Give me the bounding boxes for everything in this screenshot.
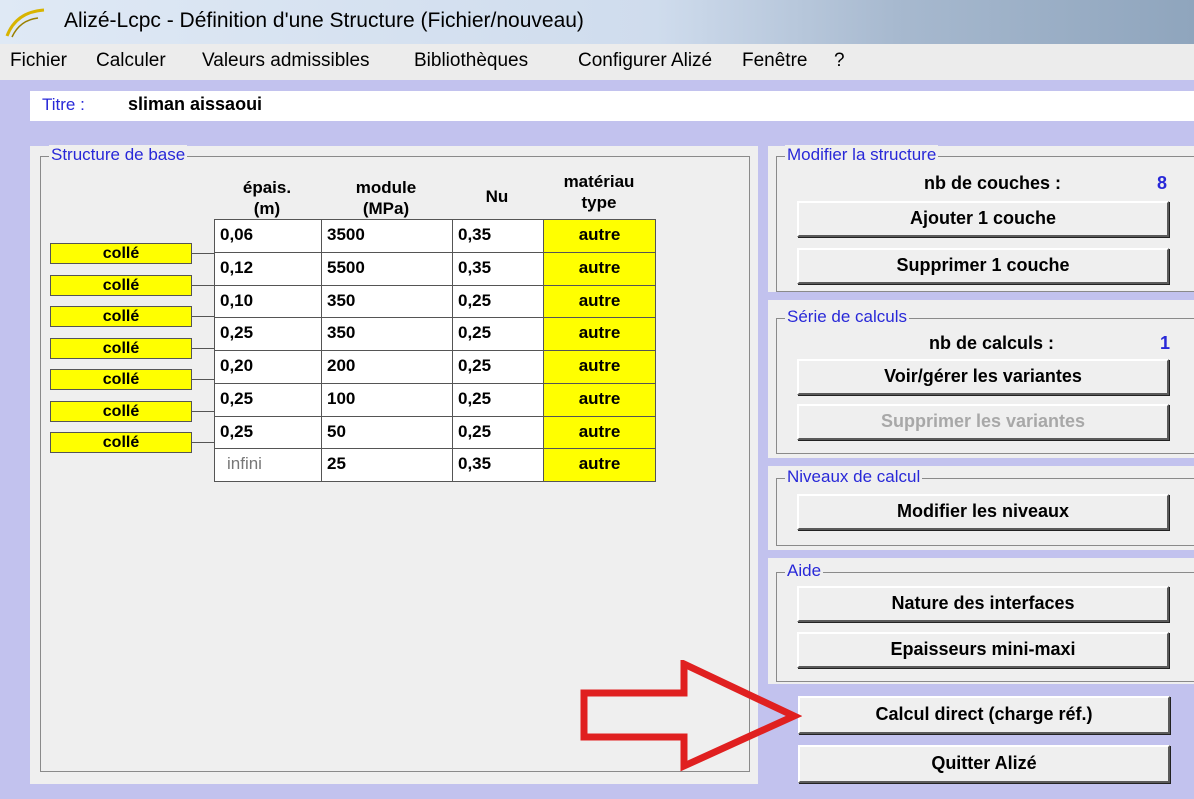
interface-colle-button[interactable]: collé xyxy=(50,306,192,327)
interface-connector xyxy=(191,347,215,349)
cell-epais[interactable]: 0,06 xyxy=(215,220,322,253)
interface-connector xyxy=(191,379,215,380)
supprimer-variantes-button[interactable]: Supprimer les variantes xyxy=(797,404,1169,440)
cell-epais[interactable]: 0,25 xyxy=(215,318,322,351)
epaisseurs-button[interactable]: Epaisseurs mini-maxi xyxy=(797,632,1169,668)
header-nu: Nu xyxy=(485,187,509,206)
titre-value[interactable]: sliman aissaoui xyxy=(128,94,262,115)
table-row: infini 25 0,35 autre xyxy=(215,449,656,482)
cell-nu[interactable]: 0,25 xyxy=(453,351,544,384)
window-title: Alizé-Lcpc - Définition d'une Structure … xyxy=(64,9,584,32)
interface-colle-button[interactable]: collé xyxy=(50,337,192,359)
menu-valeurs-admissibles[interactable]: Valeurs admissibles xyxy=(202,50,370,72)
calcul-direct-button[interactable]: Calcul direct (charge réf.) xyxy=(798,696,1170,734)
cell-module[interactable]: 5500 xyxy=(322,252,453,286)
interface-connector xyxy=(191,253,215,254)
serie-group-title: Série de calculs xyxy=(785,307,910,327)
interface-connector xyxy=(191,442,215,443)
cell-materiau[interactable]: autre xyxy=(544,383,656,417)
cell-module[interactable]: 200 xyxy=(322,351,453,384)
menu-fenetre[interactable]: Fenêtre xyxy=(742,50,807,72)
cell-module[interactable]: 350 xyxy=(322,285,453,319)
titre-field[interactable]: Titre : sliman aissaoui xyxy=(30,91,1194,121)
niveaux-panel: Niveaux de calcul Modifier les niveaux xyxy=(768,466,1194,550)
serie-panel: Série de calculs nb de calculs : 1 Voir/… xyxy=(768,300,1194,458)
table-row: 0,25 350 0,25 autre xyxy=(215,318,656,351)
cell-nu[interactable]: 0,35 xyxy=(453,252,544,286)
cell-nu[interactable]: 0,35 xyxy=(453,220,544,253)
modifier-group-title: Modifier la structure xyxy=(785,145,939,165)
header-epais: épais. (m) xyxy=(242,178,292,218)
cell-materiau[interactable]: autre xyxy=(544,252,656,286)
cell-module[interactable]: 350 xyxy=(322,318,453,351)
aide-group-title: Aide xyxy=(785,561,824,581)
table-row: 0,10 350 0,25 autre xyxy=(215,285,656,319)
cell-nu[interactable]: 0,35 xyxy=(453,449,544,482)
structure-group-title: Structure de base xyxy=(49,145,188,165)
quitter-button[interactable]: Quitter Alizé xyxy=(798,745,1170,783)
nature-interfaces-button[interactable]: Nature des interfaces xyxy=(797,586,1169,622)
niveaux-group-title: Niveaux de calcul xyxy=(785,467,923,487)
menu-bibliotheques[interactable]: Bibliothèques xyxy=(414,50,528,72)
cell-materiau[interactable]: autre xyxy=(544,220,656,253)
ajouter-couche-button[interactable]: Ajouter 1 couche xyxy=(797,201,1169,237)
cell-module[interactable]: 50 xyxy=(322,416,453,450)
interface-connector xyxy=(191,284,215,286)
modifier-panel: Modifier la structure nb de couches : 8 … xyxy=(768,145,1194,292)
interface-connector xyxy=(191,316,215,317)
modifier-niveaux-button[interactable]: Modifier les niveaux xyxy=(797,494,1169,530)
cell-epais[interactable]: infini xyxy=(215,449,322,482)
cell-epais[interactable]: 0,25 xyxy=(215,416,322,450)
layers-table: 0,06 3500 0,35 autre 0,12 5500 0,35 autre 0,10 35… xyxy=(214,219,656,482)
red-arrow-annotation xyxy=(580,660,802,772)
aide-panel: Aide Nature des interfaces Epaisseurs mi… xyxy=(768,558,1194,684)
menu-bar: Fichier Calculer Valeurs admissibles Bib… xyxy=(0,44,1194,80)
cell-nu[interactable]: 0,25 xyxy=(453,285,544,319)
interface-colle-button[interactable]: collé xyxy=(50,243,192,264)
table-row: 0,06 3500 0,35 autre xyxy=(215,220,656,253)
cell-nu[interactable]: 0,25 xyxy=(453,383,544,417)
nb-calculs-label: nb de calculs : xyxy=(929,333,1055,353)
titre-label: Titre : xyxy=(42,95,85,114)
cell-module[interactable]: 100 xyxy=(322,383,453,417)
header-materiau: matériau type xyxy=(563,172,635,212)
table-row: 0,12 5500 0,35 autre xyxy=(215,252,656,286)
interface-colle-button[interactable]: collé xyxy=(50,274,192,296)
alize-window: Alizé-Lcpc - Définition d'une Structure … xyxy=(0,0,1194,799)
supprimer-couche-button[interactable]: Supprimer 1 couche xyxy=(797,248,1169,284)
menu-fichier[interactable]: Fichier xyxy=(10,50,67,72)
cell-nu[interactable]: 0,25 xyxy=(453,416,544,450)
nb-couches-value: 8 xyxy=(1157,173,1168,193)
cell-module[interactable]: 25 xyxy=(322,449,453,482)
cell-module[interactable]: 3500 xyxy=(322,220,453,253)
cell-materiau[interactable]: autre xyxy=(544,318,656,351)
menu-help[interactable]: ? xyxy=(834,50,845,72)
cell-materiau[interactable]: autre xyxy=(544,285,656,319)
cell-materiau[interactable]: autre xyxy=(544,351,656,384)
header-module: module (MPa) xyxy=(355,178,417,218)
nb-calculs-value: 1 xyxy=(1160,333,1171,353)
cell-epais[interactable]: 0,10 xyxy=(215,285,322,319)
table-row: 0,25 50 0,25 autre xyxy=(215,416,656,450)
interface-connector xyxy=(191,410,215,412)
interface-colle-button[interactable]: collé xyxy=(50,400,192,422)
menu-calculer[interactable]: Calculer xyxy=(96,50,166,72)
alize-logo-icon xyxy=(5,8,45,38)
cell-epais[interactable]: 0,12 xyxy=(215,252,322,286)
cell-materiau[interactable]: autre xyxy=(544,416,656,450)
title-bar[interactable]: Alizé-Lcpc - Définition d'une Structure … xyxy=(0,0,1194,44)
cell-epais[interactable]: 0,20 xyxy=(215,351,322,384)
cell-materiau[interactable]: autre xyxy=(544,449,656,482)
gerer-variantes-button[interactable]: Voir/gérer les variantes xyxy=(797,359,1169,395)
nb-couches-label: nb de couches : xyxy=(924,173,1062,193)
interface-colle-button[interactable]: collé xyxy=(50,432,192,453)
table-row: 0,25 100 0,25 autre xyxy=(215,383,656,417)
table-row: 0,20 200 0,25 autre xyxy=(215,351,656,384)
menu-configurer-alize[interactable]: Configurer Alizé xyxy=(578,50,712,72)
cell-nu[interactable]: 0,25 xyxy=(453,318,544,351)
cell-epais[interactable]: 0,25 xyxy=(215,383,322,417)
interface-colle-button[interactable]: collé xyxy=(50,369,192,390)
